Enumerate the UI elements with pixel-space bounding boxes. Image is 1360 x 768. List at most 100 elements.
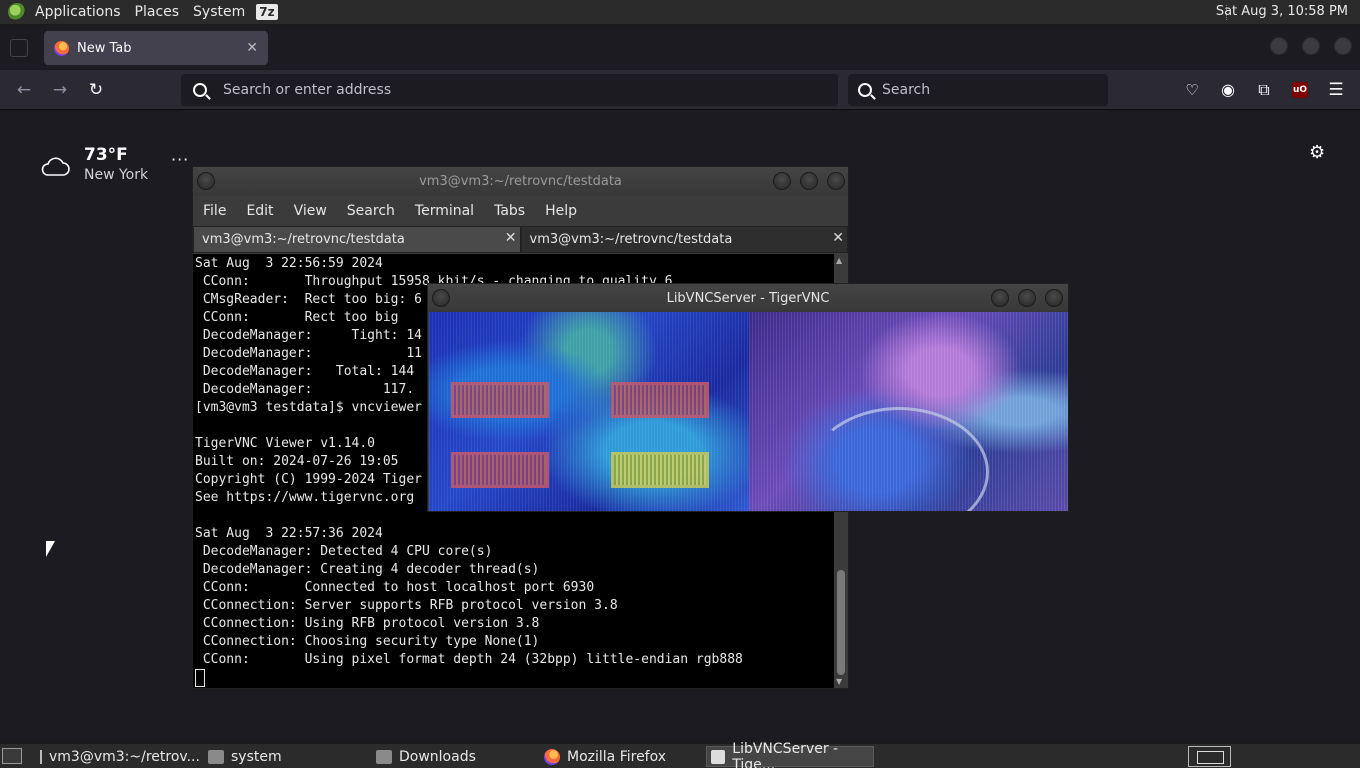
forward-arrow-icon[interactable]: →	[49, 79, 71, 101]
weather-city: New York	[84, 167, 149, 183]
maximize-button[interactable]	[1302, 37, 1320, 55]
ublock-origin-icon[interactable]: uO	[1292, 82, 1308, 98]
menu-file[interactable]: File	[193, 203, 236, 219]
vnc-remote-display[interactable]	[429, 312, 1068, 511]
menu-help[interactable]: Help	[535, 203, 587, 219]
vnc-titlebar[interactable]: LibVNCServer - TigerVNC	[428, 284, 1068, 313]
terminal-tabs: vm3@vm3:~/retrovnc/testdata ✕ vm3@vm3:~/…	[193, 226, 848, 253]
taskbar-item-system[interactable]: system	[204, 746, 364, 767]
menu-places[interactable]: Places	[128, 4, 187, 20]
back-arrow-icon[interactable]: ←	[13, 79, 35, 101]
scroll-up-icon[interactable]: ▲	[836, 256, 842, 265]
weather-widget[interactable]: 73°F New York	[40, 145, 148, 183]
panel-clock[interactable]: Sat Aug 3, 10:58 PM	[1216, 4, 1348, 19]
window-menu-button[interactable]	[432, 289, 450, 307]
terminal-cursor	[195, 669, 205, 687]
vnc-title: LibVNCServer - TigerVNC	[666, 291, 830, 306]
firefox-window-controls	[1270, 37, 1352, 55]
taskbar-item-downloads[interactable]: Downloads	[372, 746, 532, 767]
taskbar-item-label: LibVNCServer - Tige...	[732, 740, 839, 768]
terminal-line: CConnection: Choosing security type None…	[195, 634, 540, 649]
terminal-title: vm3@vm3:~/retrovnc/testdata	[419, 174, 622, 189]
menu-edit[interactable]: Edit	[236, 203, 283, 219]
terminal-tab-label: vm3@vm3:~/retrovnc/testdata	[529, 232, 733, 247]
minimize-button[interactable]	[991, 289, 1009, 307]
menu-system[interactable]: System	[186, 4, 252, 20]
menu-view[interactable]: View	[284, 203, 337, 219]
terminal-tab-2[interactable]: vm3@vm3:~/retrovnc/testdata ✕	[520, 226, 848, 253]
tab-overview-icon[interactable]	[10, 39, 28, 57]
taskbar-item-terminal[interactable]: vm3@vm3:~/retrov...	[36, 746, 200, 767]
terminal-line: Sat Aug 3 22:57:36 2024	[195, 526, 383, 541]
vnc-display-right-half	[749, 312, 1068, 511]
folder-icon	[376, 749, 392, 764]
scrollbar-thumb[interactable]	[837, 570, 845, 675]
firefox-icon	[544, 748, 560, 765]
vnc-viewer-window[interactable]: LibVNCServer - TigerVNC	[427, 283, 1069, 512]
terminal-line: CConn: Using pixel format depth 24 (32bp…	[195, 652, 743, 667]
maximize-button[interactable]	[800, 172, 818, 190]
menu-terminal[interactable]: Terminal	[405, 203, 484, 219]
menu-tabs[interactable]: Tabs	[484, 203, 535, 219]
tab-close-icon[interactable]: ✕	[246, 40, 258, 56]
terminal-line: CConnection: Server supports RFB protoco…	[195, 598, 618, 613]
terminal-titlebar[interactable]: vm3@vm3:~/retrovnc/testdata	[193, 167, 848, 196]
firefox-favicon-icon	[54, 40, 69, 56]
hamburger-menu-icon[interactable]: ☰	[1325, 79, 1347, 101]
mouse-pointer-icon	[46, 541, 55, 557]
scroll-down-icon[interactable]: ▼	[836, 677, 842, 686]
pocket-icon[interactable]: ♡	[1181, 79, 1203, 101]
workspace-switcher[interactable]	[1188, 746, 1231, 767]
taskbar-item-label: vm3@vm3:~/retrov...	[49, 748, 200, 765]
menu-search[interactable]: Search	[337, 203, 405, 219]
gear-icon[interactable]: ⚙	[1309, 142, 1325, 163]
terminal-tab-label: vm3@vm3:~/retrovnc/testdata	[202, 232, 405, 247]
close-window-button[interactable]	[1334, 37, 1352, 55]
weather-more-button[interactable]: ···	[171, 150, 189, 169]
remote-window-thumbnail	[611, 382, 709, 418]
reload-icon[interactable]: ↻	[85, 79, 107, 101]
folder-icon	[208, 749, 224, 764]
url-input[interactable]: Search or enter address	[223, 82, 391, 98]
search-input[interactable]: Search	[882, 82, 930, 98]
taskbar-item-label: Mozilla Firefox	[567, 748, 667, 765]
terminal-line: CConn: Connected to host localhost port …	[195, 580, 595, 595]
remote-arc-shape	[809, 407, 989, 511]
url-bar[interactable]: Search or enter address	[181, 74, 838, 106]
maximize-button[interactable]	[1018, 289, 1036, 307]
weather-temperature: 73°F	[84, 145, 128, 165]
search-bar[interactable]: Search	[848, 74, 1108, 106]
account-icon[interactable]: ◉	[1217, 79, 1239, 101]
top-panel: Applications Places System 7z Sat Aug 3,…	[0, 0, 1360, 25]
distro-logo-icon[interactable]	[8, 3, 26, 21]
bottom-taskbar: vm3@vm3:~/retrov... system Downloads Moz…	[0, 741, 1360, 768]
remote-window-thumbnail	[611, 452, 709, 488]
7zip-launcher-icon[interactable]: 7z	[256, 4, 278, 20]
tab-title: New Tab	[77, 40, 132, 56]
close-icon[interactable]: ✕	[505, 230, 517, 246]
taskbar-item-firefox[interactable]: Mozilla Firefox	[540, 746, 700, 767]
remote-window-thumbnail	[451, 382, 549, 418]
terminal-tab-1[interactable]: vm3@vm3:~/retrovnc/testdata ✕	[193, 226, 521, 253]
close-window-button[interactable]	[827, 172, 845, 190]
terminal-line: DecodeManager: Creating 4 decoder thread…	[195, 562, 540, 577]
show-desktop-icon[interactable]	[2, 748, 22, 764]
firefox-tabbar: New Tab ✕	[0, 26, 1360, 70]
terminal-prompt-line[interactable]	[195, 669, 833, 687]
tab-new-tab[interactable]: New Tab ✕	[44, 31, 268, 65]
terminal-line: CConnection: Using RFB protocol version …	[195, 616, 540, 631]
terminal-icon	[40, 749, 42, 764]
close-window-button[interactable]	[1045, 289, 1063, 307]
minimize-button[interactable]	[773, 172, 791, 190]
close-icon[interactable]: ✕	[832, 230, 844, 246]
firefox-navbar: ← → ↻ Search or enter address Search ♡ ◉…	[0, 70, 1360, 110]
window-menu-button[interactable]	[197, 172, 215, 190]
extensions-icon[interactable]: ⧉	[1253, 79, 1275, 101]
minimize-button[interactable]	[1270, 37, 1288, 55]
cloud-icon	[40, 155, 70, 177]
remote-window-thumbnail	[451, 452, 549, 488]
menu-applications[interactable]: Applications	[28, 4, 128, 20]
taskbar-item-label: system	[231, 748, 282, 765]
taskbar-item-vnc[interactable]: LibVNCServer - Tige...	[706, 741, 874, 768]
terminal-line: Sat Aug 3 22:56:59 2024	[195, 256, 383, 271]
